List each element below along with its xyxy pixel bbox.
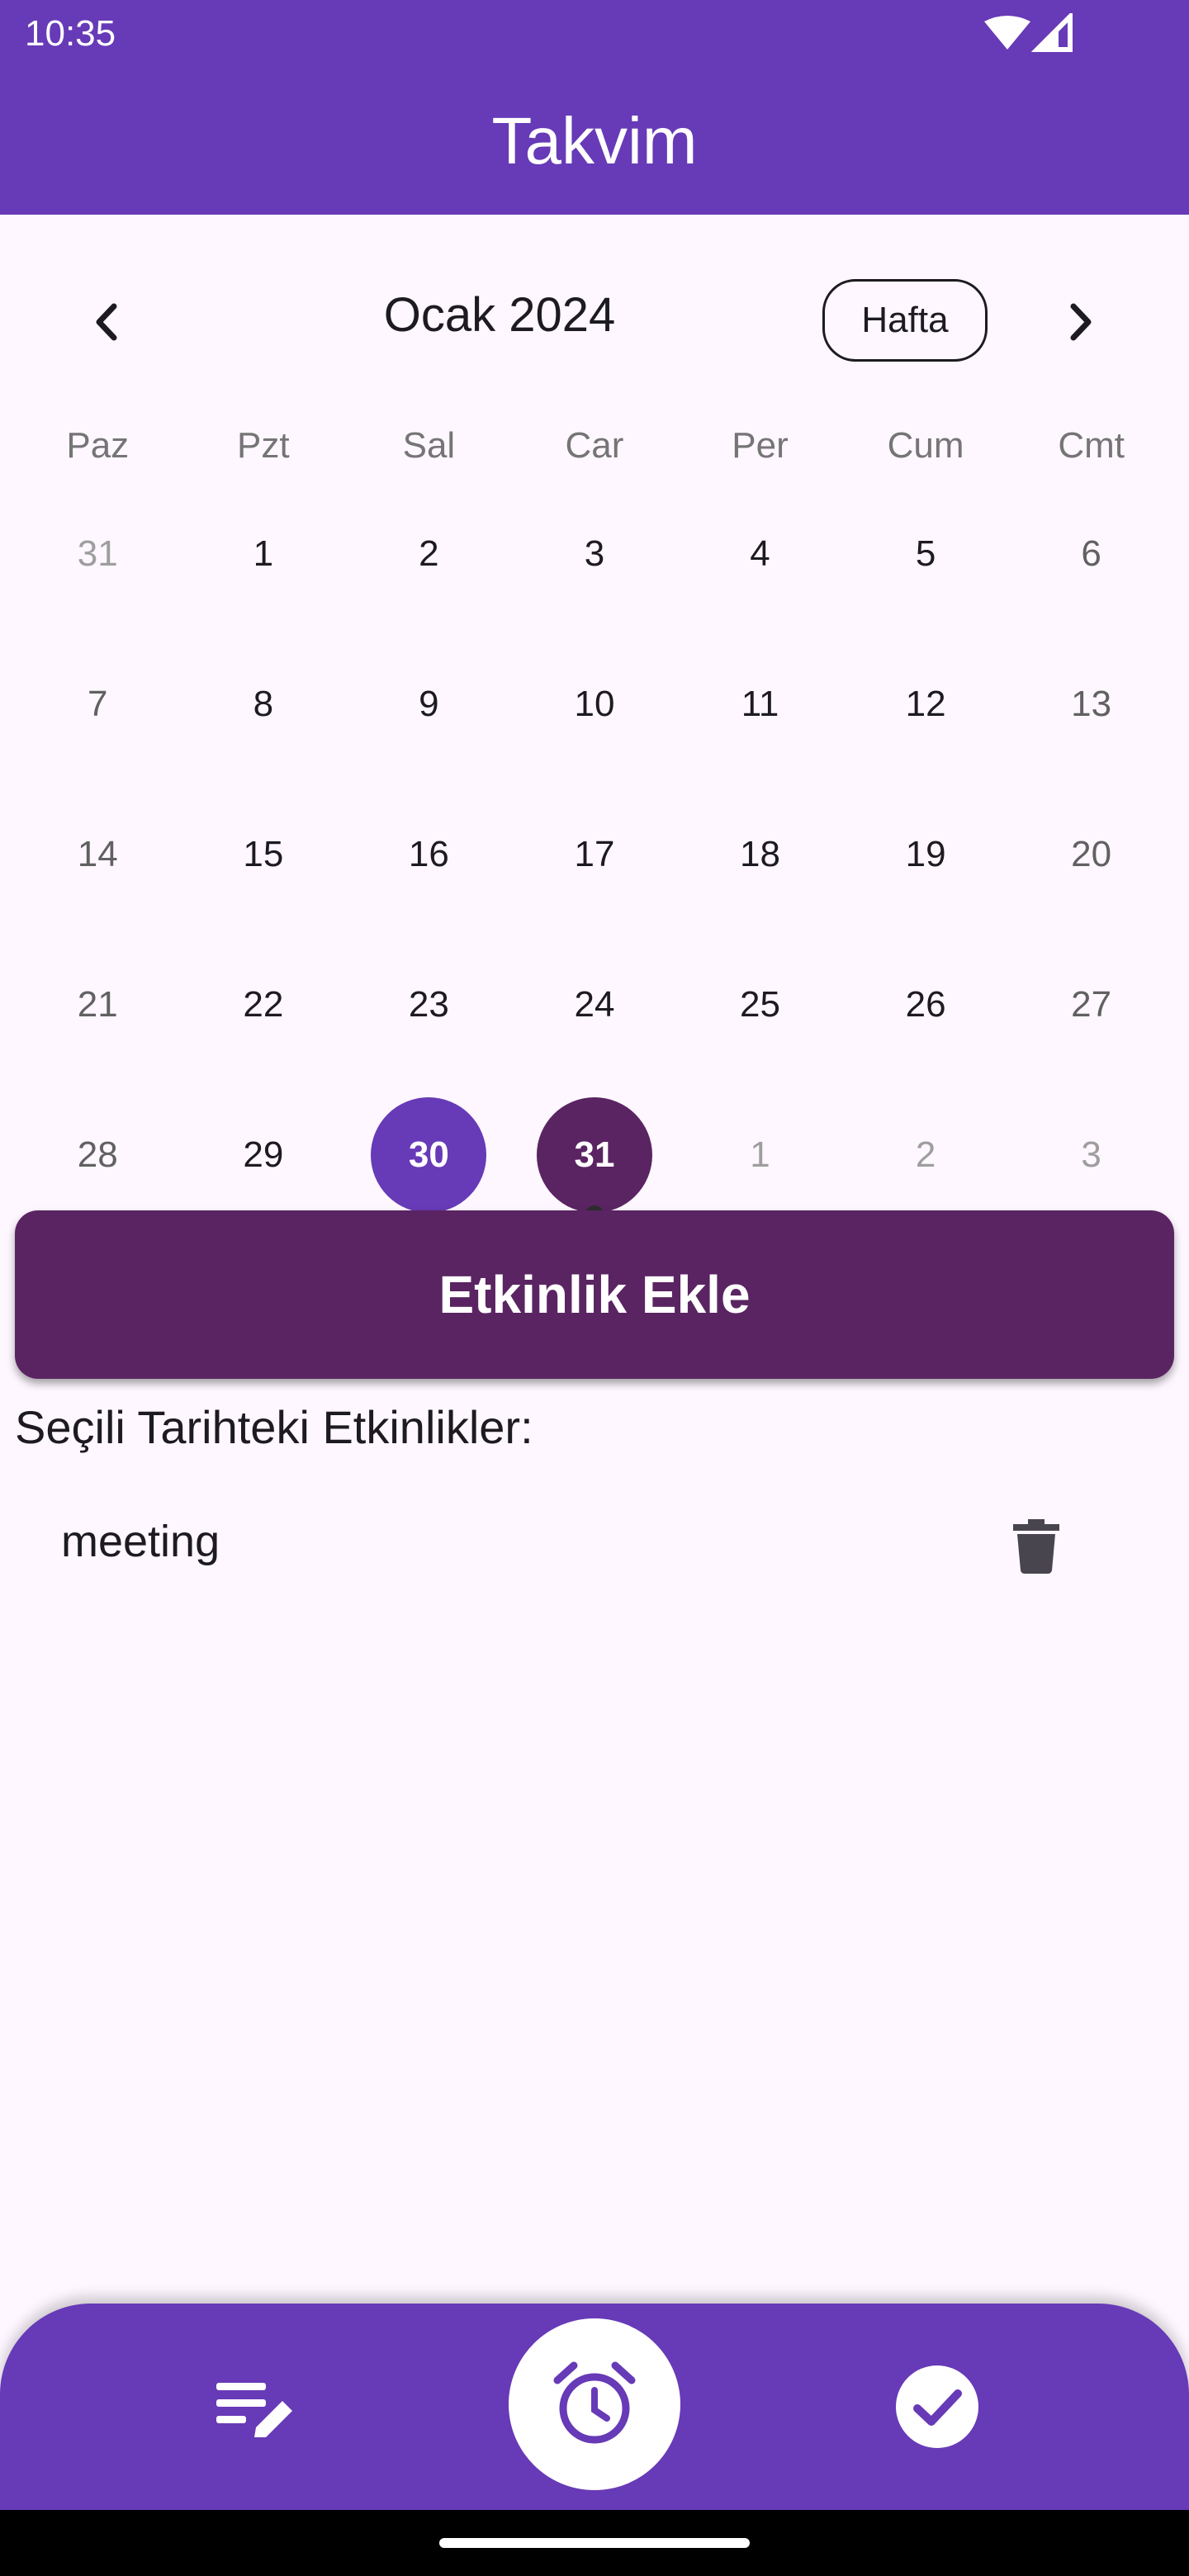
calendar-week-row: 14 15 16 17 18 19 20 <box>15 779 1174 930</box>
calendar-day-selected[interactable]: 31 <box>512 1080 678 1230</box>
home-indicator[interactable] <box>439 2538 750 2548</box>
calendar-day[interactable]: 28 <box>15 1080 181 1230</box>
calendar-header: Ocak 2024 Hafta <box>0 248 1189 396</box>
calendar-day[interactable]: 27 <box>1008 930 1174 1080</box>
calendar-day[interactable]: 31 <box>15 479 181 629</box>
app-bar: Takvim <box>0 73 1189 215</box>
nav-done-button[interactable] <box>892 2361 983 2452</box>
calendar-day[interactable]: 3 <box>512 479 678 629</box>
calendar-grid: 31 1 2 3 4 5 6 7 8 9 10 11 12 13 14 15 1… <box>15 479 1174 1230</box>
calendar-day[interactable]: 10 <box>512 629 678 779</box>
calendar-day[interactable]: 4 <box>677 479 843 629</box>
calendar-day[interactable]: 8 <box>181 629 347 779</box>
calendar-day[interactable]: 23 <box>346 930 512 1080</box>
calendar-day[interactable]: 24 <box>512 930 678 1080</box>
calendar-week-row: 31 1 2 3 4 5 6 <box>15 479 1174 629</box>
system-navigation-bar <box>0 2510 1189 2576</box>
edit-note-icon <box>216 2383 292 2437</box>
alarm-icon <box>553 2361 636 2444</box>
calendar-day[interactable]: 2 <box>346 479 512 629</box>
weekday-label: Per <box>732 425 789 466</box>
weekday-label: Pzt <box>237 425 290 466</box>
calendar-day[interactable]: 29 <box>181 1080 347 1230</box>
calendar-day[interactable]: 19 <box>843 779 1009 930</box>
month-title: Ocak 2024 <box>383 288 616 342</box>
status-bar: 10:35 <box>0 0 1189 73</box>
weekday-label: Sal <box>402 425 456 466</box>
calendar-day[interactable]: 3 <box>1008 1080 1174 1230</box>
calendar-day[interactable]: 12 <box>843 629 1009 779</box>
calendar-day[interactable]: 14 <box>15 779 181 930</box>
list-item[interactable]: meeting <box>0 1491 1189 1598</box>
weekday-label: Paz <box>66 425 130 466</box>
calendar-day[interactable]: 15 <box>181 779 347 930</box>
weekday-header-row: Paz Pzt Sal Car Per Cum Cmt <box>15 413 1174 479</box>
calendar-day[interactable]: 20 <box>1008 779 1174 930</box>
calendar-day[interactable]: 16 <box>346 779 512 930</box>
weekday-label: Cum <box>887 425 964 466</box>
calendar-day[interactable]: 2 <box>843 1080 1009 1230</box>
wifi-icon <box>984 16 1030 50</box>
nav-alarm-button[interactable] <box>509 2318 680 2490</box>
nav-notes-button[interactable] <box>206 2361 306 2460</box>
calendar-day[interactable]: 9 <box>346 629 512 779</box>
events-section-title: Seçili Tarihteki Etkinlikler: <box>15 1401 533 1453</box>
calendar-format-button[interactable]: Hafta <box>822 279 988 362</box>
calendar-day[interactable]: 11 <box>677 629 843 779</box>
signal-wifi-icons <box>984 13 1073 52</box>
calendar-day[interactable]: 5 <box>843 479 1009 629</box>
calendar-day[interactable]: 1 <box>181 479 347 629</box>
page-title: Takvim <box>491 104 698 178</box>
check-circle-icon <box>896 2365 978 2448</box>
calendar-week-row: 21 22 23 24 25 26 27 <box>15 930 1174 1080</box>
next-month-button[interactable] <box>1040 281 1123 363</box>
add-event-button[interactable]: Etkinlik Ekle <box>15 1210 1174 1379</box>
bottom-navigation <box>0 2304 1189 2510</box>
weekday-label: Cmt <box>1058 425 1125 466</box>
calendar-day[interactable]: 22 <box>181 930 347 1080</box>
delete-event-button[interactable] <box>999 1509 1073 1584</box>
chevron-left-icon <box>96 303 117 341</box>
calendar-day[interactable]: 18 <box>677 779 843 930</box>
calendar-week-row: 28 29 30 31 1 2 3 <box>15 1080 1174 1230</box>
chevron-right-icon <box>1070 303 1092 341</box>
calendar-day[interactable]: 7 <box>15 629 181 779</box>
calendar-day[interactable]: 1 <box>677 1080 843 1230</box>
calendar-day-today[interactable]: 30 <box>346 1080 512 1230</box>
calendar-day[interactable]: 25 <box>677 930 843 1080</box>
status-time: 10:35 <box>25 13 116 54</box>
previous-month-button[interactable] <box>64 281 147 363</box>
calendar-week-row: 7 8 9 10 11 12 13 <box>15 629 1174 779</box>
calendar-day[interactable]: 26 <box>843 930 1009 1080</box>
trash-icon <box>1013 1519 1059 1574</box>
event-label: meeting <box>61 1517 220 1566</box>
calendar-day[interactable]: 17 <box>512 779 678 930</box>
calendar-day[interactable]: 13 <box>1008 629 1174 779</box>
calendar-day[interactable]: 21 <box>15 930 181 1080</box>
weekday-label: Car <box>565 425 624 466</box>
calendar-day[interactable]: 6 <box>1008 479 1174 629</box>
